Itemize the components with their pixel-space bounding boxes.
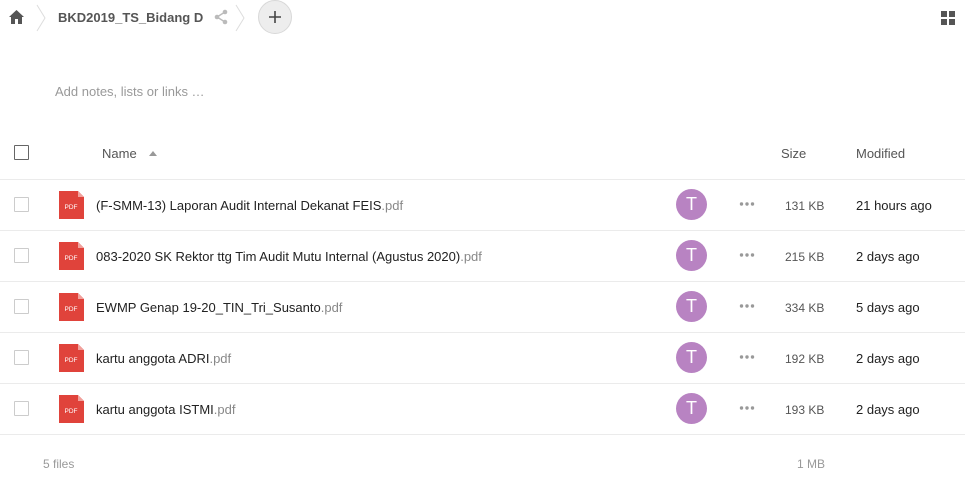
total-size: 1 MB (797, 457, 826, 471)
file-name[interactable]: kartu anggota ISTMI.pdf (96, 402, 235, 417)
file-basename: EWMP Genap 19-20_TIN_Tri_Susanto (96, 300, 321, 315)
avatar[interactable]: T (676, 189, 707, 220)
avatar[interactable]: T (676, 342, 707, 373)
file-count: 5 files (43, 457, 75, 471)
file-modified: 21 hours ago (856, 198, 932, 213)
more-options-icon[interactable] (739, 252, 755, 258)
grid-view-icon[interactable] (941, 11, 955, 25)
avatar[interactable]: T (676, 240, 707, 271)
size-column-header[interactable]: Size (781, 146, 806, 161)
breadcrumb-separator-icon (235, 4, 245, 32)
more-options-icon[interactable] (739, 201, 755, 207)
more-options-icon[interactable] (739, 354, 755, 360)
file-basename: kartu anggota ISTMI (96, 402, 214, 417)
modified-column-header[interactable]: Modified (856, 146, 905, 161)
file-modified: 2 days ago (856, 402, 920, 417)
table-row[interactable]: PDF EWMP Genap 19-20_TIN_Tri_Susanto.pdf T… (0, 282, 965, 333)
file-extension: .pdf (381, 198, 404, 213)
top-bar: BKD2019_TS_Bidang D (0, 0, 965, 36)
file-modified: 5 days ago (856, 300, 920, 315)
file-extension: .pdf (460, 249, 482, 264)
svg-text:PDF: PDF (65, 255, 78, 262)
file-size: 334 KB (785, 301, 825, 315)
file-extension: .pdf (213, 402, 236, 417)
more-options-icon[interactable] (739, 405, 755, 411)
file-name[interactable]: 083-2020 SK Rektor ttg Tim Audit Mutu In… (96, 249, 482, 264)
file-basename: kartu anggota ADRI (96, 351, 210, 366)
notes-input[interactable]: Add notes, lists or links … (55, 84, 205, 99)
sort-ascending-icon[interactable] (149, 151, 157, 156)
row-checkbox[interactable] (14, 350, 29, 365)
pdf-file-icon: PDF (59, 191, 84, 219)
svg-text:PDF: PDF (65, 408, 78, 415)
pdf-file-icon: PDF (59, 242, 84, 270)
table-row[interactable]: PDF 083-2020 SK Rektor ttg Tim Audit Mutu… (0, 231, 965, 282)
row-checkbox[interactable] (14, 401, 29, 416)
file-extension: .pdf (209, 351, 232, 366)
breadcrumb-separator-icon (36, 4, 46, 32)
table-row[interactable]: PDF (F-SMM-13) Laporan Audit Internal Dek… (0, 180, 965, 231)
pdf-file-icon: PDF (59, 293, 84, 321)
row-checkbox[interactable] (14, 197, 29, 212)
file-size: 215 KB (785, 250, 825, 264)
file-basename: 083-2020 SK Rektor ttg Tim Audit Mutu In… (96, 249, 461, 264)
file-name[interactable]: (F-SMM-13) Laporan Audit Internal Dekana… (96, 198, 403, 213)
file-modified: 2 days ago (856, 249, 920, 264)
share-icon[interactable] (213, 9, 229, 25)
svg-text:PDF: PDF (65, 357, 78, 364)
file-size: 131 KB (785, 199, 825, 213)
file-basename: (F-SMM-13) Laporan Audit Internal Dekana… (96, 198, 382, 213)
pdf-file-icon: PDF (59, 395, 84, 423)
file-size: 193 KB (785, 403, 825, 417)
plus-icon (269, 11, 281, 23)
home-icon[interactable] (8, 9, 25, 25)
breadcrumb-folder[interactable]: BKD2019_TS_Bidang D (58, 10, 203, 25)
select-all-checkbox[interactable] (14, 145, 29, 160)
name-column-header[interactable]: Name (102, 146, 137, 161)
file-size: 192 KB (785, 352, 825, 366)
svg-text:PDF: PDF (65, 306, 78, 313)
avatar[interactable]: T (676, 393, 707, 424)
file-extension: .pdf (320, 300, 343, 315)
row-checkbox[interactable] (14, 299, 29, 314)
more-options-icon[interactable] (739, 303, 755, 309)
file-name[interactable]: kartu anggota ADRI.pdf (96, 351, 231, 366)
avatar[interactable]: T (676, 291, 707, 322)
pdf-file-icon: PDF (59, 344, 84, 372)
new-button[interactable] (258, 0, 292, 34)
svg-text:PDF: PDF (65, 204, 78, 211)
file-name[interactable]: EWMP Genap 19-20_TIN_Tri_Susanto.pdf (96, 300, 342, 315)
table-row[interactable]: PDF kartu anggota ADRI.pdf T 192 KB 2 days a… (0, 333, 965, 384)
row-checkbox[interactable] (14, 248, 29, 263)
table-row[interactable]: PDF kartu anggota ISTMI.pdf T 193 KB 2 days … (0, 384, 965, 435)
file-list-header: Name Size Modified (0, 129, 965, 180)
file-modified: 2 days ago (856, 351, 920, 366)
